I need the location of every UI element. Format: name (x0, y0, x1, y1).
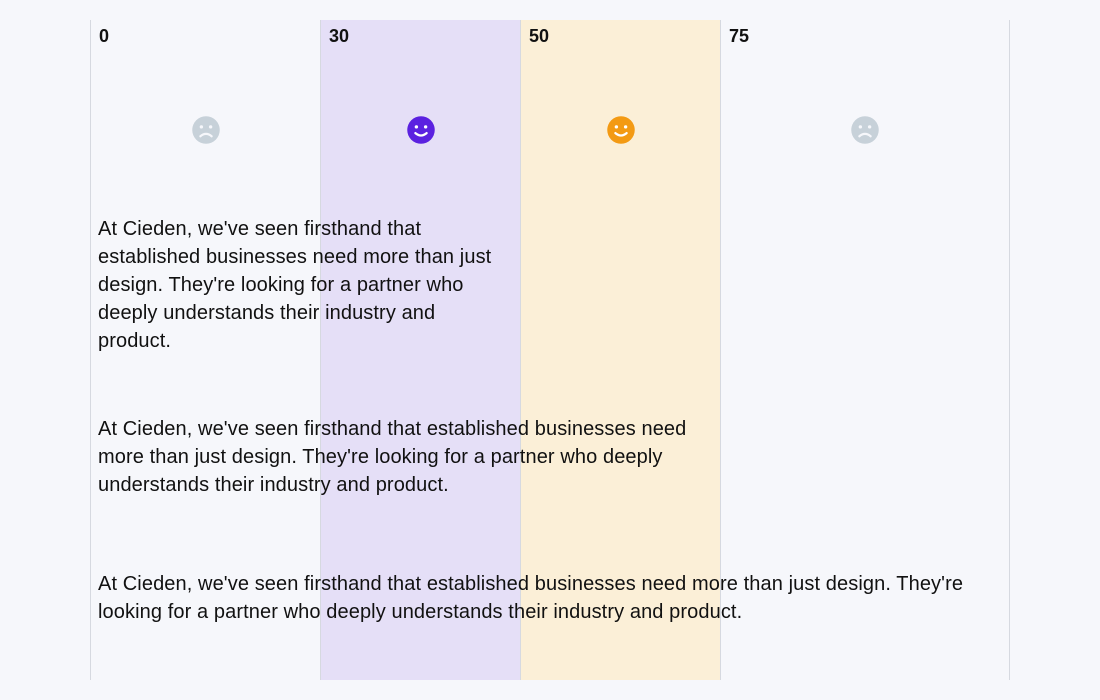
paragraph-narrow: At Cieden, we've seen firsthand that est… (98, 215, 508, 355)
line-length-diagram: 0 30 50 (90, 20, 1010, 680)
sample-paragraphs: At Cieden, we've seen firsthand that est… (90, 20, 1010, 680)
paragraph-wide: At Cieden, we've seen firsthand that est… (98, 570, 998, 626)
paragraph-medium: At Cieden, we've seen firsthand that est… (98, 415, 694, 499)
